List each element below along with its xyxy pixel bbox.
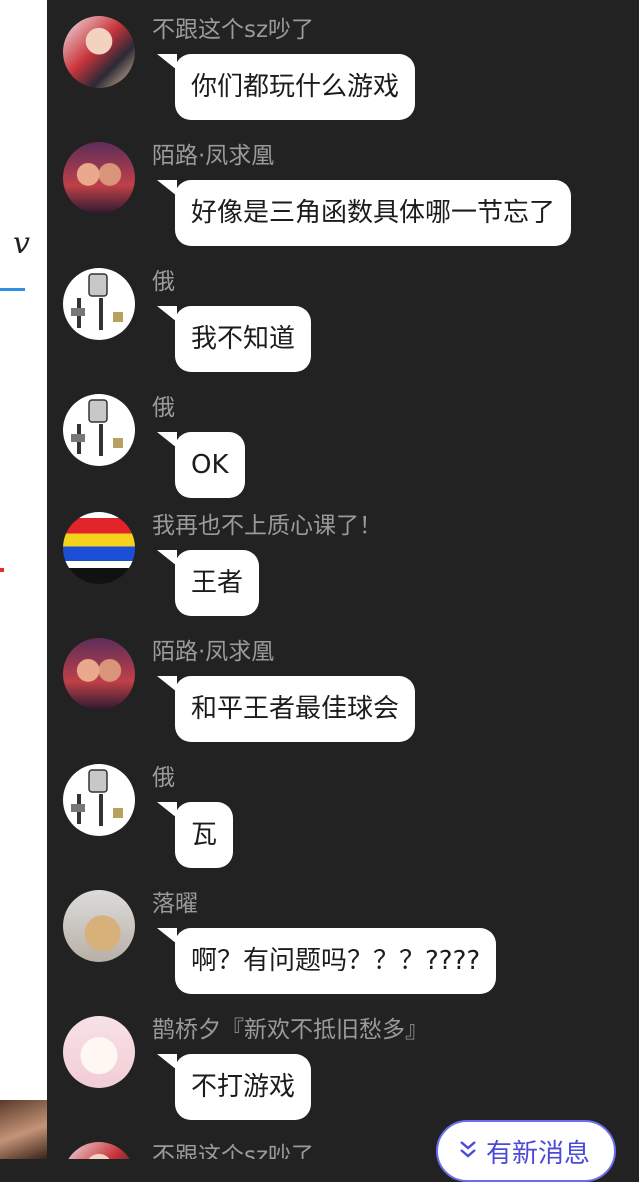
anime-avatar[interactable] xyxy=(63,1142,135,1159)
anime-avatar[interactable] xyxy=(63,16,135,88)
chat-message: 我再也不上质心课了！ 王者 xyxy=(0,496,639,622)
sender-name[interactable]: 不跟这个sz吵了 xyxy=(152,10,314,44)
bubble-tail xyxy=(157,1054,177,1070)
message-bubble[interactable]: 不打游戏 xyxy=(175,1054,312,1120)
message-bubble[interactable]: 好像是三角函数具体哪一节忘了 xyxy=(175,180,572,246)
sender-name[interactable]: 俄 xyxy=(152,758,175,792)
flag-avatar[interactable] xyxy=(63,512,135,584)
bubble-tail xyxy=(157,432,177,448)
couple-avatar[interactable] xyxy=(63,142,135,214)
sender-name[interactable]: 陌路·凤求凰 xyxy=(152,632,274,666)
chat-message: 陌路·凤求凰 和平王者最佳球会 xyxy=(0,622,639,748)
robot-avatar[interactable] xyxy=(63,268,135,340)
message-bubble[interactable]: 和平王者最佳球会 xyxy=(175,676,416,742)
sender-name[interactable]: 落曜 xyxy=(152,884,198,918)
sender-name[interactable]: 俄 xyxy=(152,388,175,422)
message-bubble[interactable]: 我不知道 xyxy=(175,306,312,372)
message-bubble[interactable]: OK xyxy=(175,432,245,498)
sender-name[interactable]: 陌路·凤求凰 xyxy=(152,136,274,170)
chat-message: 不跟这个sz吵了 你们都玩什么游戏 xyxy=(0,0,639,126)
double-chevron-down-icon xyxy=(458,1138,478,1165)
robot-avatar[interactable] xyxy=(63,764,135,836)
chat-message: 落曜 啊？有问题吗？？？???? xyxy=(0,874,639,1000)
chat-message: 俄 瓦 xyxy=(0,748,639,874)
bubble-tail xyxy=(157,54,177,70)
sender-name[interactable]: 我再也不上质心课了！ xyxy=(152,506,382,540)
sender-name[interactable]: 鹊桥夕『新欢不抵旧愁多』 xyxy=(152,1010,428,1044)
chat-message: 俄 OK xyxy=(0,378,639,504)
bubble-tail xyxy=(157,306,177,322)
new-messages-button[interactable]: 有新消息 xyxy=(436,1120,616,1182)
message-bubble[interactable]: 你们都玩什么游戏 xyxy=(175,54,416,120)
sender-name[interactable]: 俄 xyxy=(152,262,175,296)
hand-avatar[interactable] xyxy=(63,890,135,962)
message-bubble[interactable]: 瓦 xyxy=(175,802,234,868)
new-messages-label: 有新消息 xyxy=(486,1138,591,1169)
bubble-tail xyxy=(157,928,177,944)
couple-avatar[interactable] xyxy=(63,638,135,710)
bubble-tail xyxy=(157,802,177,818)
robot-avatar[interactable] xyxy=(63,394,135,466)
bubble-tail xyxy=(157,180,177,196)
bubble-tail xyxy=(157,676,177,692)
chat-message: 陌路·凤求凰 好像是三角函数具体哪一节忘了 xyxy=(0,126,639,252)
chat-message: 鹊桥夕『新欢不抵旧愁多』 不打游戏 xyxy=(0,1000,639,1126)
message-bubble[interactable]: 啊？有问题吗？？？???? xyxy=(175,928,497,994)
chat-message: 俄 我不知道 xyxy=(0,252,639,378)
bubble-tail xyxy=(157,550,177,566)
cat-avatar[interactable] xyxy=(63,1016,135,1088)
sender-name[interactable]: 不跟这个sz吵了 xyxy=(152,1136,314,1159)
message-bubble[interactable]: 王者 xyxy=(175,550,260,616)
